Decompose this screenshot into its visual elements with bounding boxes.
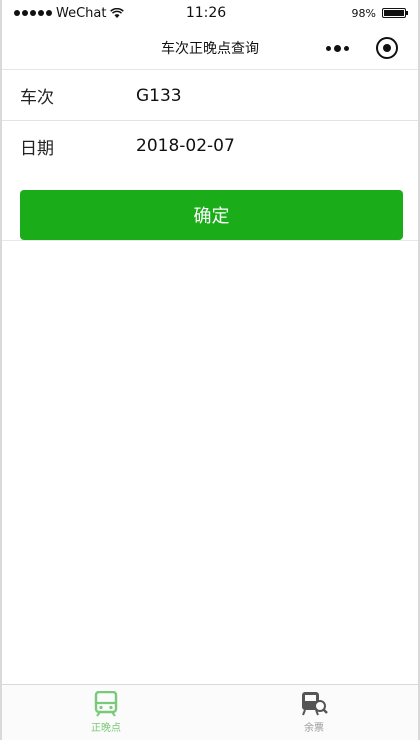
content-divider bbox=[2, 240, 418, 241]
wifi-icon bbox=[110, 7, 125, 18]
confirm-button[interactable]: 确定 bbox=[20, 190, 403, 240]
status-time: 11:26 bbox=[185, 5, 227, 21]
tab-remaining-tickets[interactable]: 余票 bbox=[210, 685, 418, 740]
battery-fill bbox=[384, 10, 404, 16]
train-number-input[interactable] bbox=[136, 85, 418, 106]
signal-strength-icon bbox=[14, 10, 52, 16]
more-icon[interactable] bbox=[320, 34, 355, 62]
date-picker[interactable]: 2018-02-07 bbox=[136, 136, 418, 156]
battery-icon bbox=[382, 8, 408, 18]
tab-delay-status-label: 正晚点 bbox=[91, 723, 121, 734]
carrier-name: WeChat bbox=[56, 5, 107, 21]
train-number-label: 车次 bbox=[20, 88, 54, 108]
date-row: 日期 2018-02-07 bbox=[2, 121, 418, 171]
tab-delay-status[interactable]: 正晚点 bbox=[2, 685, 210, 740]
train-icon bbox=[94, 691, 118, 717]
tab-bar: 正晚点 余票 bbox=[2, 684, 418, 740]
date-label: 日期 bbox=[20, 138, 54, 159]
page-title: 车次正晚点查询 bbox=[161, 40, 259, 57]
close-target-icon[interactable] bbox=[376, 37, 398, 59]
train-number-row: 车次 bbox=[2, 71, 418, 121]
status-left: WeChat bbox=[14, 6, 154, 21]
phone-frame: WeChat 11:26 98% 车次正晚点查询 车次 G133 日期 2018… bbox=[0, 0, 420, 740]
ticket-search-icon bbox=[302, 692, 328, 716]
battery-percent: 98% bbox=[351, 6, 376, 20]
nav-bar: 车次正晚点查询 bbox=[2, 26, 418, 70]
tab-remaining-tickets-label: 余票 bbox=[304, 723, 324, 734]
status-right: 98% bbox=[266, 6, 408, 20]
query-form: 车次 日期 2018-02-07 bbox=[2, 71, 418, 171]
mini-program-capsule bbox=[320, 34, 404, 62]
status-bar: WeChat 11:26 98% bbox=[2, 0, 418, 26]
